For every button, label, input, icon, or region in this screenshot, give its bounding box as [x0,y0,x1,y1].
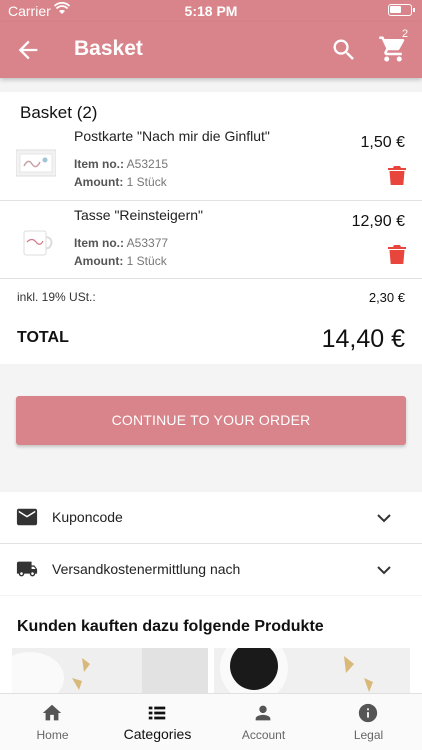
mail-icon [16,508,38,526]
item-number: Item no.: A53377 [74,236,168,250]
basket-item: Tasse "Reinsteigern" Item no.: A53377 Am… [0,207,422,285]
page-title: Basket [74,37,143,60]
recommendations-title: Kunden kauften dazu folgende Produkte [17,618,324,635]
search-icon[interactable] [330,36,358,64]
item-amount-value: 1 Stück [126,175,167,189]
delete-icon[interactable] [388,166,406,186]
item-price: 12,90 € [351,213,405,230]
item-number-value: A53377 [126,236,169,250]
basket-title: Basket (2) [20,103,98,122]
tab-label: Categories [123,726,192,742]
item-amount: Amount: 1 Stück [74,175,167,189]
mug-thumbnail[interactable] [16,225,56,259]
item-number: Item no.: A53215 [74,157,168,171]
cart-badge: 2 [402,28,409,40]
tab-label: Home [36,728,69,742]
item-amount-label: Amount: [74,175,124,189]
recommendations-section: Kunden kauften dazu folgende Produkte [0,596,422,696]
tab-home[interactable]: Home [0,694,105,750]
item-name[interactable]: Tasse "Reinsteigern" [74,207,203,223]
shipping-label: Versandkostenermittlung nach [52,561,241,577]
delete-icon[interactable] [388,245,406,265]
item-number-value: A53215 [126,157,169,171]
total-label: TOTAL [17,329,69,346]
total-value: 14,40 € [321,325,405,353]
divider [0,278,422,279]
person-icon [255,705,271,721]
arrow-back-icon[interactable] [14,36,42,64]
item-name[interactable]: Postkarte "Nach mir die Ginflut" [74,128,270,144]
battery-icon [388,4,415,16]
item-number-label: Item no.: [74,157,124,171]
status-time: 5:18 PM [184,3,238,19]
status-bar: Carrier 5:18 PM [0,0,422,22]
home-icon [42,704,62,721]
tax-label: inkl. 19% USt.: [17,290,96,304]
app-bar: Basket 2 [0,22,422,78]
tab-legal[interactable]: Legal [316,694,421,750]
info-icon [358,703,378,723]
divider [0,200,422,201]
chevron-down-icon [377,514,391,523]
recommended-product-image[interactable] [214,648,410,696]
truck-icon [16,561,38,577]
coupon-accordion[interactable]: Kuponcode [0,492,422,543]
list-icon [148,706,166,720]
item-amount-label: Amount: [74,254,124,268]
item-amount: Amount: 1 Stück [74,254,167,268]
tab-categories[interactable]: Categories [105,694,210,750]
tab-account[interactable]: Account [211,694,316,750]
battery-level [390,6,401,13]
item-price: 1,50 € [360,134,405,151]
item-amount-value: 1 Stück [126,254,167,268]
shipping-accordion[interactable]: Versandkostenermittlung nach [0,544,422,595]
continue-order-button[interactable]: CONTINUE TO YOUR ORDER [16,396,406,445]
postcard-thumbnail[interactable] [16,146,56,180]
chevron-down-icon [377,566,391,575]
tab-bar: Home Categories Account Legal [0,693,422,750]
basket-section: Basket (2) Postkarte "Nach mir die Ginfl… [0,92,422,364]
basket-item: Postkarte "Nach mir die Ginflut" Item no… [0,128,422,206]
tab-label: Legal [353,728,384,742]
recommended-product-image[interactable] [12,648,208,696]
tab-label: Account [241,728,286,742]
item-number-label: Item no.: [74,236,124,250]
coupon-label: Kuponcode [52,509,123,525]
tax-value: 2,30 € [368,290,405,305]
